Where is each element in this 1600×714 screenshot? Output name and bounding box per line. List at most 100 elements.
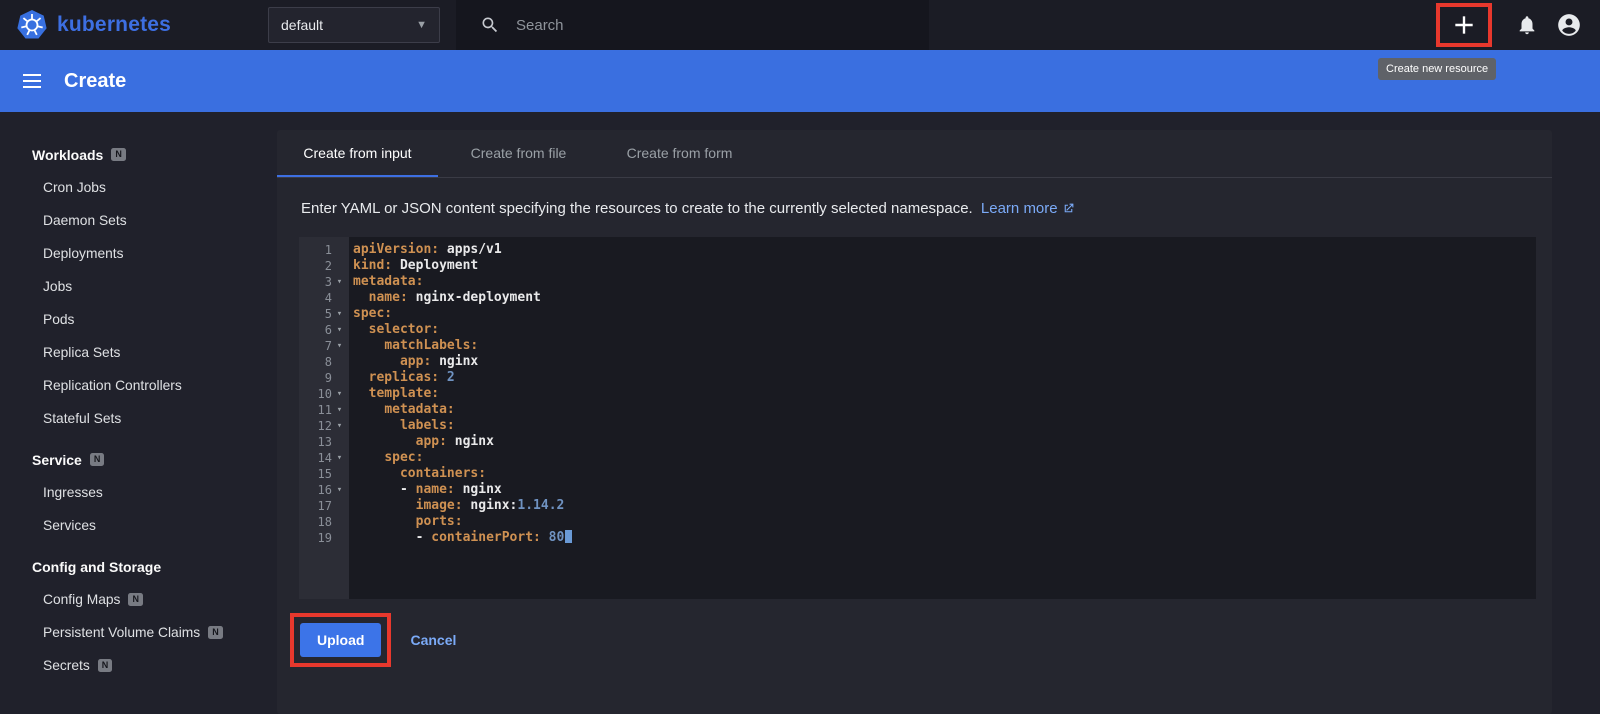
- line-number: 7 ▾: [299, 338, 349, 354]
- sidebar-item-secrets[interactable]: Secrets N: [0, 649, 277, 682]
- code-line[interactable]: app: nginx: [353, 354, 1536, 370]
- fold-arrow-icon[interactable]: ▾: [332, 421, 347, 431]
- line-number: 12 ▾: [299, 418, 349, 434]
- code-line[interactable]: kind: Deployment: [353, 258, 1536, 274]
- menu-button[interactable]: [20, 69, 44, 93]
- sidebar-item-label: Secrets: [43, 658, 90, 673]
- search-icon: [482, 17, 498, 33]
- account-button[interactable]: [1556, 12, 1582, 38]
- sidebar-item-label: Cron Jobs: [43, 180, 106, 195]
- fold-arrow-icon[interactable]: ▾: [332, 453, 347, 463]
- fold-arrow-icon[interactable]: ▾: [332, 389, 347, 399]
- editor-code[interactable]: apiVersion: apps/v1 kind: Deployment metad…: [349, 237, 1536, 599]
- namespace-value: default: [281, 17, 324, 33]
- annotation-box-upload: Upload: [290, 613, 392, 667]
- code-line[interactable]: - containerPort: 80: [353, 530, 1536, 546]
- account-icon: [1558, 14, 1580, 36]
- brand[interactable]: kubernetes: [16, 9, 268, 41]
- sidebar-item-daemon-sets[interactable]: Daemon Sets: [0, 204, 277, 237]
- section-label: Workloads: [32, 146, 104, 163]
- editor-gutter: 1 2 3 ▾ 4 5 ▾ 6 ▾ 7 ▾ 8 9 10 ▾ 11 ▾ 12 ▾ 13 14 ▾ 15 16 ▾ 17 18 19: [299, 237, 349, 599]
- code-line[interactable]: spec:: [353, 306, 1536, 322]
- code-line[interactable]: replicas: 2: [353, 370, 1536, 386]
- code-line[interactable]: spec:: [353, 450, 1536, 466]
- sidebar-item-persistent-volume-claims[interactable]: Persistent Volume Claims N: [0, 616, 277, 649]
- sidebar-item-label: Ingresses: [43, 485, 103, 500]
- code-line[interactable]: template:: [353, 386, 1536, 402]
- fold-arrow-icon[interactable]: ▾: [332, 405, 347, 415]
- sidebar-item-services[interactable]: Services: [0, 509, 277, 542]
- sidebar-item-jobs[interactable]: Jobs: [0, 270, 277, 303]
- header-actions: [1436, 3, 1586, 47]
- code-line[interactable]: selector:: [353, 322, 1536, 338]
- notifications-button[interactable]: [1516, 14, 1538, 36]
- sidebar-item-deployments[interactable]: Deployments: [0, 237, 277, 270]
- plus-icon: [1455, 16, 1473, 34]
- sidebar-item-label: Jobs: [43, 279, 73, 294]
- tab-create-from-form[interactable]: Create from form: [599, 130, 760, 177]
- tab-create-from-file[interactable]: Create from file: [438, 130, 599, 177]
- cancel-button[interactable]: Cancel: [410, 632, 456, 648]
- tab-create-from-input[interactable]: Create from input: [277, 130, 438, 177]
- sidebar-item-label: Stateful Sets: [43, 411, 122, 426]
- code-line[interactable]: metadata:: [353, 402, 1536, 418]
- upload-button[interactable]: Upload: [300, 623, 382, 657]
- hamburger-icon: [23, 74, 41, 88]
- namespace-selector[interactable]: default ▼: [268, 7, 440, 43]
- sidebar-item-replica-sets[interactable]: Replica Sets: [0, 336, 277, 369]
- fold-arrow-icon[interactable]: ▾: [332, 309, 347, 319]
- sidebar-item-config-maps[interactable]: Config Maps N: [0, 583, 277, 616]
- toolbar: Create: [0, 50, 1600, 112]
- sidebar-item-replication-controllers[interactable]: Replication Controllers: [0, 369, 277, 402]
- brand-name: kubernetes: [57, 13, 172, 36]
- description-text: Enter YAML or JSON content specifying th…: [301, 200, 973, 217]
- code-line[interactable]: apiVersion: apps/v1: [353, 242, 1536, 258]
- fold-arrow-icon[interactable]: ▾: [332, 341, 347, 351]
- kubernetes-logo-icon: [17, 10, 47, 39]
- sidebar-item-cron-jobs[interactable]: Cron Jobs: [0, 171, 277, 204]
- sidebar-item-label: Services: [43, 518, 96, 533]
- learn-more-link[interactable]: Learn more: [981, 200, 1075, 217]
- sidebar-item-label: Replication Controllers: [43, 378, 182, 393]
- annotation-box-create: [1436, 3, 1492, 47]
- sidebar-item-label: Config Maps: [43, 592, 121, 607]
- sidebar-item-ingresses[interactable]: Ingresses: [0, 476, 277, 509]
- text-cursor: [565, 530, 573, 543]
- code-line[interactable]: image: nginx:1.14.2: [353, 498, 1536, 514]
- fold-arrow-icon[interactable]: ▾: [332, 485, 347, 495]
- chevron-down-icon: ▼: [416, 19, 427, 31]
- sidebar-section-config-and-storage: Config and Storage: [0, 550, 277, 583]
- line-number: 2: [324, 259, 332, 273]
- external-link-icon: [1064, 203, 1073, 213]
- code-line[interactable]: app: nginx: [353, 434, 1536, 450]
- code-line[interactable]: matchLabels:: [353, 338, 1536, 354]
- code-line[interactable]: containers:: [353, 466, 1536, 482]
- code-line[interactable]: ports:: [353, 514, 1536, 530]
- sidebar-item-label: Persistent Volume Claims: [43, 625, 201, 640]
- line-number: 9: [324, 371, 332, 385]
- code-line[interactable]: name: nginx-deployment: [353, 290, 1536, 306]
- yaml-editor[interactable]: 1 2 3 ▾ 4 5 ▾ 6 ▾ 7 ▾ 8 9 10 ▾ 11 ▾ 12 ▾ 13 14 ▾ 15 16 ▾ 17 18 19 a…: [299, 237, 1536, 599]
- line-number: 17: [317, 499, 332, 513]
- create-new-resource-button[interactable]: [1451, 12, 1477, 38]
- code-line[interactable]: metadata:: [353, 274, 1536, 290]
- form-actions: Upload Cancel: [290, 613, 1552, 667]
- tab-bar: Create from input Create from file Create …: [277, 130, 1552, 178]
- sidebar-section-service: Service N: [0, 443, 277, 476]
- sidebar-item-pods[interactable]: Pods: [0, 303, 277, 336]
- code-line[interactable]: labels:: [353, 418, 1536, 434]
- code-line[interactable]: - name: nginx: [353, 482, 1536, 498]
- line-number: 10 ▾: [299, 386, 349, 402]
- fold-arrow-icon[interactable]: ▾: [332, 277, 347, 287]
- line-number: 3 ▾: [299, 274, 349, 290]
- namespaced-badge: N: [97, 659, 113, 672]
- search-input[interactable]: [516, 16, 876, 34]
- sidebar-item-stateful-sets[interactable]: Stateful Sets: [0, 402, 277, 435]
- line-number: 13: [317, 435, 332, 449]
- namespaced-badge: N: [128, 593, 143, 606]
- fold-arrow-icon[interactable]: ▾: [332, 325, 347, 335]
- namespaced-badge: N: [111, 148, 126, 161]
- sidebar-nav: Workloads N Cron Jobs Daemon Sets Deployment…: [0, 112, 277, 714]
- search-bar[interactable]: [456, 0, 929, 50]
- line-number: 16 ▾: [299, 482, 349, 498]
